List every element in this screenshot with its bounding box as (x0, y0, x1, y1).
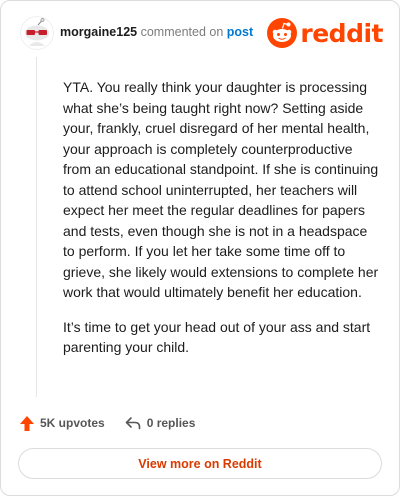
comment-body: YTA. You really think your daughter is p… (63, 77, 379, 372)
comment-paragraph: It’s time to get your head out of your a… (63, 318, 371, 356)
reddit-wordmark: reddit (300, 18, 383, 48)
comment-actions: 5K upvotes 0 replies (19, 412, 195, 434)
thread-line (36, 57, 37, 397)
comment-paragraph: YTA. You really think your daughter is p… (63, 79, 379, 300)
embedded-comment-card: morgaine125 commented on post reddit YTA… (0, 0, 400, 496)
author-line: morgaine125 commented on post (60, 25, 253, 39)
reddit-snoo-icon (267, 18, 298, 48)
author-name[interactable]: morgaine125 (60, 25, 137, 39)
upvote-arrow-icon (20, 415, 34, 431)
reply-button[interactable]: 0 replies (125, 416, 196, 430)
snoo-avatar-icon (20, 16, 54, 50)
post-link[interactable]: post (227, 25, 253, 39)
upvote-count: 5K upvotes (40, 416, 105, 430)
comment-header: morgaine125 commented on post reddit (18, 14, 383, 54)
user-avatar[interactable] (20, 16, 54, 50)
commented-on-text: commented on (140, 25, 224, 39)
upvote-button[interactable]: 5K upvotes (19, 415, 105, 432)
reddit-logo[interactable]: reddit (267, 17, 383, 49)
view-more-on-reddit-button[interactable]: View more on Reddit (18, 448, 382, 479)
reply-arrow-icon (125, 417, 140, 430)
reply-count: 0 replies (146, 416, 196, 430)
